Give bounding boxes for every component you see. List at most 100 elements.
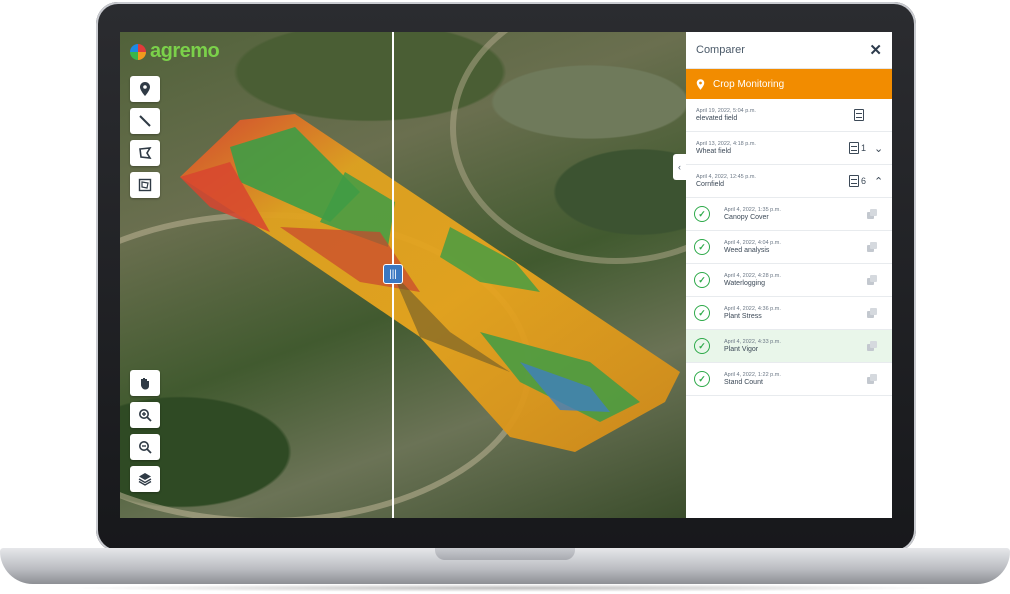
- panel-header: Comparer ✕: [686, 32, 892, 69]
- pin-icon: [140, 82, 150, 96]
- field-date: April 19, 2022, 5:04 p.m.: [696, 108, 756, 114]
- pan-tool-button[interactable]: [130, 370, 160, 396]
- field-overlay: [180, 114, 680, 452]
- zoom-out-button[interactable]: [130, 434, 160, 460]
- field-row[interactable]: April 19, 2022, 5:04 p.m. elevated field: [686, 99, 892, 132]
- field-name: Cornfield: [696, 181, 725, 188]
- check-icon[interactable]: ✓: [694, 338, 710, 354]
- check-icon[interactable]: ✓: [694, 272, 710, 288]
- analysis-date: April 4, 2022, 4:04 p.m.: [724, 240, 781, 246]
- check-icon[interactable]: ✓: [694, 305, 710, 321]
- analysis-text: April 4, 2022, 4:04 p.m. Weed analysis: [724, 240, 781, 254]
- copy-icon[interactable]: [867, 308, 878, 318]
- check-icon[interactable]: ✓: [694, 206, 710, 222]
- analysis-text: April 4, 2022, 1:22 p.m. Stand Count: [724, 372, 781, 386]
- chevron-icon[interactable]: ⌄: [874, 142, 883, 155]
- laptop-notch: [435, 548, 575, 560]
- analysis-date: April 4, 2022, 4:28 p.m.: [724, 273, 781, 279]
- field-actions: 6 ⌃: [848, 175, 883, 188]
- swipe-handle-icon[interactable]: |||: [383, 264, 403, 284]
- check-icon[interactable]: ✓: [694, 371, 710, 387]
- analysis-info: ✓ April 4, 2022, 1:22 p.m. Stand Count: [694, 371, 781, 387]
- analysis-date: April 4, 2022, 4:36 p.m.: [724, 306, 781, 312]
- area-tool-button[interactable]: [130, 172, 160, 198]
- chevron-icon[interactable]: ⌃: [874, 175, 883, 188]
- pin-tool-button[interactable]: [130, 76, 160, 102]
- analysis-info: ✓ April 4, 2022, 4:33 p.m. Plant Vigor: [694, 338, 781, 354]
- section-label: Crop Monitoring: [713, 78, 785, 90]
- field-actions: [854, 109, 882, 121]
- logo-text: agremo: [150, 40, 220, 62]
- panel-title: Comparer: [696, 44, 745, 56]
- document-icon: [848, 142, 859, 154]
- close-icon[interactable]: ✕: [869, 41, 882, 59]
- map-view[interactable]: ||| agremo: [120, 32, 782, 518]
- analysis-date: April 4, 2022, 4:33 p.m.: [724, 339, 781, 345]
- analysis-info: ✓ April 4, 2022, 4:04 p.m. Weed analysis: [694, 239, 781, 255]
- field-row[interactable]: April 13, 2022, 4:18 p.m. Wheat field 1 …: [686, 132, 892, 165]
- copy-icon[interactable]: [867, 374, 878, 384]
- analysis-info: ✓ April 4, 2022, 4:36 p.m. Plant Stress: [694, 305, 781, 321]
- line-icon: [139, 115, 151, 127]
- zoom-in-icon: [139, 409, 152, 422]
- analysis-name: Plant Vigor: [724, 346, 759, 353]
- crop-monitoring-section[interactable]: Crop Monitoring: [686, 69, 892, 99]
- analysis-info: ✓ April 4, 2022, 1:35 p.m. Canopy Cover: [694, 206, 781, 222]
- line-tool-button[interactable]: [130, 108, 160, 134]
- analysis-name: Weed analysis: [724, 247, 770, 254]
- analysis-text: April 4, 2022, 4:36 p.m. Plant Stress: [724, 306, 781, 320]
- check-icon[interactable]: ✓: [694, 239, 710, 255]
- field-info: April 19, 2022, 5:04 p.m. elevated field: [696, 108, 756, 122]
- field-row[interactable]: April 4, 2022, 12:45 p.m. Cornfield 6 ⌃: [686, 165, 892, 198]
- chevron-left-icon: ‹: [678, 162, 681, 172]
- agremo-logo: agremo: [130, 40, 220, 63]
- analysis-name: Waterlogging: [724, 280, 765, 287]
- copy-icon[interactable]: [867, 275, 878, 285]
- analysis-text: April 4, 2022, 4:33 p.m. Plant Vigor: [724, 339, 781, 353]
- document-icon: [848, 175, 859, 187]
- field-info: April 4, 2022, 12:45 p.m. Cornfield: [696, 174, 756, 188]
- field-actions: 1 ⌄: [848, 142, 883, 155]
- crop-area-icon: [138, 178, 152, 192]
- analysis-row[interactable]: ✓ April 4, 2022, 4:33 p.m. Plant Vigor: [686, 330, 892, 363]
- analysis-name: Plant Stress: [724, 313, 762, 320]
- analysis-info: ✓ April 4, 2022, 4:28 p.m. Waterlogging: [694, 272, 781, 288]
- analysis-name: Canopy Cover: [724, 214, 769, 221]
- report-count-value: 1: [860, 143, 866, 153]
- document-icon: [854, 109, 864, 121]
- analysis-text: April 4, 2022, 1:35 p.m. Canopy Cover: [724, 207, 781, 221]
- field-info: April 13, 2022, 4:18 p.m. Wheat field: [696, 141, 756, 155]
- field-name: elevated field: [696, 115, 738, 122]
- report-count[interactable]: 1: [848, 142, 866, 154]
- analysis-row[interactable]: ✓ April 4, 2022, 4:04 p.m. Weed analysis: [686, 231, 892, 264]
- analysis-row[interactable]: ✓ April 4, 2022, 1:35 p.m. Canopy Cover: [686, 198, 892, 231]
- analysis-date: April 4, 2022, 1:35 p.m.: [724, 207, 781, 213]
- analysis-name: Stand Count: [724, 379, 763, 386]
- polygon-icon: [139, 147, 152, 159]
- polygon-tool-button[interactable]: [130, 140, 160, 166]
- layers-button[interactable]: [130, 466, 160, 492]
- report-count-value: 6: [860, 176, 866, 186]
- field-date: April 4, 2022, 12:45 p.m.: [696, 174, 756, 180]
- zoom-out-icon: [139, 441, 152, 454]
- analysis-date: April 4, 2022, 1:22 p.m.: [724, 372, 781, 378]
- app-screen: ||| agremo ‹ Comparer ✕ Crop Monitoring …: [120, 32, 892, 518]
- analysis-row[interactable]: ✓ April 4, 2022, 4:36 p.m. Plant Stress: [686, 297, 892, 330]
- field-date: April 13, 2022, 4:18 p.m.: [696, 141, 756, 147]
- analysis-text: April 4, 2022, 4:28 p.m. Waterlogging: [724, 273, 781, 287]
- report-count[interactable]: 6: [848, 175, 866, 187]
- comparer-panel: Comparer ✕ Crop Monitoring April 19, 202…: [686, 32, 892, 518]
- layers-icon: [138, 473, 152, 486]
- logo-mark-icon: [130, 43, 146, 60]
- field-name: Wheat field: [696, 148, 732, 155]
- analysis-row[interactable]: ✓ April 4, 2022, 1:22 p.m. Stand Count: [686, 363, 892, 396]
- report-count[interactable]: [854, 109, 866, 121]
- zoom-in-button[interactable]: [130, 402, 160, 428]
- analysis-row[interactable]: ✓ April 4, 2022, 4:28 p.m. Waterlogging: [686, 264, 892, 297]
- laptop-shadow: [60, 584, 950, 592]
- copy-icon[interactable]: [867, 242, 878, 252]
- copy-icon[interactable]: [867, 341, 878, 351]
- copy-icon[interactable]: [867, 209, 878, 219]
- pan-icon: [141, 378, 149, 390]
- collapse-panel-button[interactable]: ‹: [673, 154, 686, 180]
